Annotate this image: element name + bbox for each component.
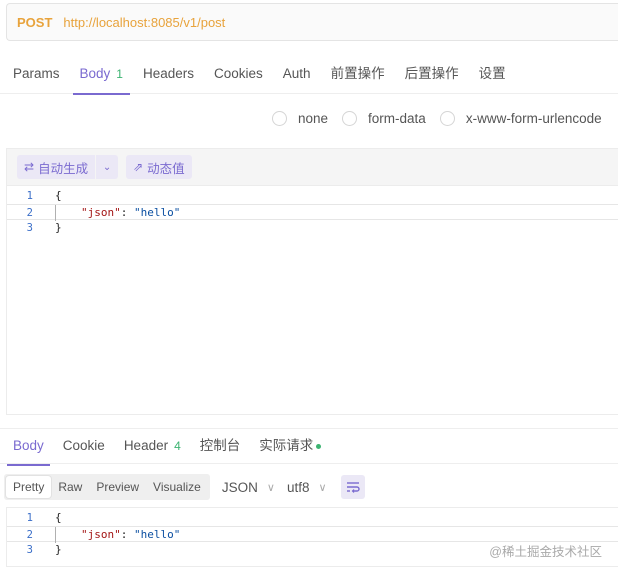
tab-label: Body	[79, 66, 111, 81]
line-number: 3	[26, 544, 33, 556]
tab-post-request[interactable]: 后置操作	[398, 58, 466, 94]
format-select[interactable]: JSON ∨	[222, 480, 275, 495]
json-value: "hello"	[134, 206, 181, 219]
request-body-editor[interactable]: 1 { 2 "json": "hello" 3 }	[6, 186, 618, 415]
tab-label: Body	[13, 438, 44, 453]
url-bar[interactable]: POST http://localhost:8085/v1/post	[6, 3, 618, 41]
tab-response-header[interactable]: Header 4	[118, 429, 187, 465]
tab-label: 设置	[478, 66, 506, 81]
json-separator: :	[120, 206, 134, 219]
code-text: {	[55, 511, 62, 524]
tab-console[interactable]: 控制台	[194, 429, 247, 465]
tab-headers[interactable]: Headers	[136, 58, 201, 94]
line-number: 1	[26, 512, 33, 524]
tab-label: Cookies	[214, 66, 263, 81]
auto-generate-dropdown[interactable]: ⌄	[96, 155, 119, 179]
code-text: "json": "hello"	[81, 205, 180, 221]
code-line-active: 2 "json": "hello"	[7, 204, 618, 221]
indent-guide	[55, 205, 56, 221]
tab-label: 控制台	[199, 438, 241, 453]
code-line: 1 {	[7, 188, 618, 204]
line-number: 2	[26, 529, 33, 541]
tab-label: Header	[123, 438, 169, 453]
body-type-radios: none form-data x-www-form-urlencode	[272, 111, 616, 126]
magic-wand-icon: ⇗	[133, 160, 144, 174]
button-label: 动态值	[147, 161, 185, 176]
json-key: "json"	[81, 206, 121, 219]
tab-cookies[interactable]: Cookies	[207, 58, 270, 94]
tab-label: Headers	[142, 66, 195, 81]
wrap-lines-icon	[346, 482, 360, 493]
radio-circle-icon[interactable]	[342, 111, 358, 126]
tab-label: 后置操作	[404, 66, 459, 81]
select-value: JSON	[221, 479, 258, 495]
line-number: 3	[26, 222, 33, 234]
code-text: }	[55, 221, 62, 234]
view-preview[interactable]: Preview	[89, 476, 146, 498]
radio-circle-icon[interactable]	[439, 111, 455, 126]
tab-label: 实际请求	[259, 438, 314, 453]
tab-auth[interactable]: Auth	[276, 58, 318, 94]
watermark: @稀土掘金技术社区	[489, 545, 602, 559]
response-tabs: Body Cookie Header 4 控制台 实际请求	[0, 428, 618, 466]
code-text: "json": "hello"	[81, 527, 180, 543]
json-key: "json"	[81, 528, 121, 541]
wrap-lines-button[interactable]	[340, 475, 365, 499]
tab-pre-request[interactable]: 前置操作	[324, 58, 392, 94]
tab-response-cookie[interactable]: Cookie	[57, 429, 111, 465]
tab-label: Auth	[282, 66, 311, 81]
request-tabs: Params Body 1 Headers Cookies Auth 前置操作 后…	[0, 58, 618, 95]
view-visualize[interactable]: Visualize	[146, 476, 208, 498]
tab-badge: 1	[116, 67, 123, 81]
view-mode-segmented: Pretty Raw Preview Visualize	[4, 474, 210, 500]
code-text: }	[55, 543, 62, 556]
tab-actual-request[interactable]: 实际请求	[253, 429, 327, 465]
tab-label: 前置操作	[330, 66, 385, 81]
tab-label: Params	[13, 66, 60, 81]
code-line: 3 }	[7, 220, 618, 236]
chevron-down-icon: ∨	[266, 481, 275, 494]
url-input[interactable]: http://localhost:8085/v1/post	[63, 15, 225, 30]
tab-response-body[interactable]: Body	[7, 429, 50, 466]
line-number: 1	[26, 190, 33, 202]
chevron-down-icon: ∨	[318, 481, 327, 494]
dynamic-value-button[interactable]: ⇗ 动态值	[126, 155, 192, 179]
view-raw[interactable]: Raw	[51, 476, 89, 498]
radio-urlencoded[interactable]: x-www-form-urlencode	[439, 111, 602, 126]
radio-label: none	[298, 111, 329, 126]
indent-guide	[55, 527, 56, 543]
button-label: 自动生成	[38, 161, 89, 176]
json-separator: :	[120, 528, 134, 541]
status-dot-icon	[316, 443, 322, 449]
encoding-select[interactable]: utf8 ∨	[287, 480, 327, 495]
radio-label: x-www-form-urlencode	[465, 111, 602, 126]
tab-badge: 4	[174, 439, 181, 453]
view-pretty[interactable]: Pretty	[6, 476, 52, 498]
tab-label: Cookie	[62, 438, 105, 453]
response-toolbar: Pretty Raw Preview Visualize JSON ∨ utf8…	[4, 474, 365, 500]
code-text: {	[55, 189, 62, 202]
auto-generate-button[interactable]: ⇄ 自动生成	[17, 155, 96, 179]
tab-settings[interactable]: 设置	[472, 58, 513, 94]
line-number: 2	[26, 207, 33, 219]
tab-body[interactable]: Body 1	[72, 58, 131, 95]
code-line: 1 {	[7, 510, 618, 526]
method-select[interactable]: POST	[17, 15, 52, 30]
chevron-down-icon: ⌄	[102, 161, 112, 173]
code-line-active: 2 "json": "hello"	[7, 526, 618, 543]
radio-circle-icon[interactable]	[272, 111, 287, 126]
radio-form-data[interactable]: form-data	[342, 111, 426, 126]
tab-params[interactable]: Params	[6, 58, 67, 94]
json-value: "hello"	[134, 528, 181, 541]
editor-toolbar: ⇄ 自动生成 ⌄ ⇗ 动态值	[6, 148, 618, 186]
swap-icon: ⇄	[24, 160, 35, 174]
select-value: utf8	[286, 479, 310, 495]
radio-label: form-data	[368, 111, 426, 126]
radio-none[interactable]: none	[272, 111, 328, 126]
